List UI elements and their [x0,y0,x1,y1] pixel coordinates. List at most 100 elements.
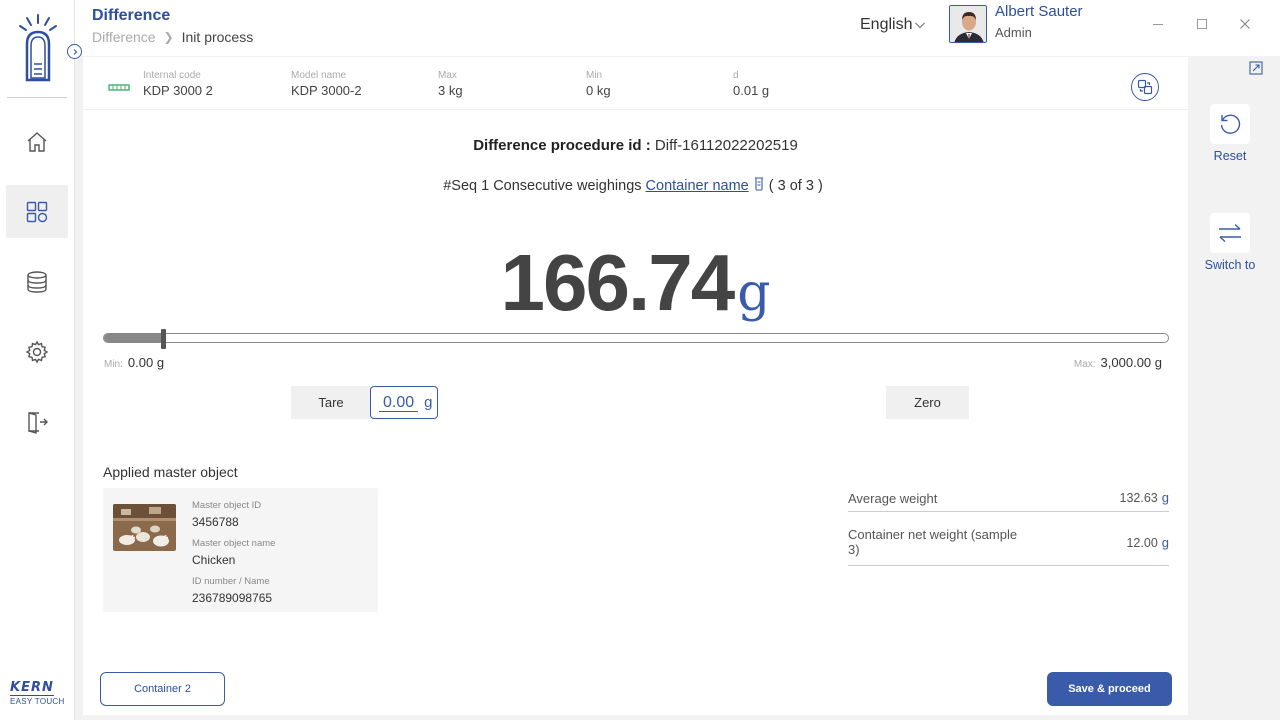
model-name-label: Model name [291,70,347,81]
expand-button[interactable] [1249,61,1263,80]
master-section-title: Applied master object [103,464,238,480]
gear-icon [25,340,49,363]
master-object-card: Master object ID 3456788 Master object n… [103,488,378,612]
sidebar-item-logout[interactable] [6,395,68,448]
container-name-link[interactable]: Container name [646,178,749,194]
sequence-text: #Seq 1 Consecutive weighings [443,178,642,194]
stat-average-unit: g [1161,490,1169,505]
internal-code-value: KDP 3000 2 [143,83,213,98]
switch-to-label: Switch to [1204,258,1256,272]
container-2-button[interactable]: Container 2 [100,672,225,706]
breadcrumb: Difference ❯ Init process [92,29,253,45]
min-label: Min [586,70,603,81]
dashboard-icon [26,201,48,222]
master-object-id-label: Master object ID [192,500,262,511]
reset-label: Reset [1213,149,1247,163]
stat-container-label: Container net weight (sample 3) [848,527,1018,557]
language-select[interactable]: English [860,16,926,34]
sidebar-item-home[interactable] [6,115,68,168]
weight-display: 166.74g [83,237,1188,329]
save-proceed-button[interactable]: Save & proceed [1047,672,1172,706]
range-min-value: 0.00 g [127,355,165,370]
stat-container-value: 12.00 g [1126,535,1169,550]
readability: d 0.01 g [733,70,769,98]
stat-average-number: 132.63 [1119,491,1158,505]
action-panel: Reset Switch to [1188,57,1280,720]
range-max-caption: Max: [1073,359,1096,370]
main-panel: Internal code KDP 3000 2 Model name KDP … [83,57,1188,715]
header: Difference Difference ❯ Init process Eng… [75,0,1280,56]
stat-average-label: Average weight [848,491,938,506]
stat-container-net-weight: Container net weight (sample 3) 12.00 g [848,512,1169,566]
max-label: Max [438,70,457,81]
model-name-value: KDP 3000-2 [291,83,362,98]
maximize-icon [1197,19,1207,29]
expand-icon [1249,61,1263,75]
sidebar-item-database[interactable] [6,255,68,308]
weight-progress-bar [103,329,1169,349]
master-object-number-value: 236789098765 [192,591,273,605]
weight-value: 166.74 [500,238,736,327]
close-button[interactable] [1235,14,1255,34]
page-title: Difference [92,7,171,24]
sidebar-toggle-button[interactable] [67,44,82,59]
range-min: Min: 0.00 g [104,355,164,370]
tare-input-unit: g [424,394,433,411]
procedure-id: Difference procedure id : Diff-161120222… [83,137,1188,154]
min-capacity: Min 0 kg [586,70,611,98]
max-capacity: Max 3 kg [438,70,463,98]
minimize-icon [1153,24,1163,25]
stat-average-value: 132.63 g [1120,490,1169,505]
sidebar: KERN EASY TOUCH [0,0,75,720]
stat-average-weight: Average weight 132.63 g [848,485,1169,512]
master-object-name: Master object name Chicken [192,538,275,567]
internal-code-label: Internal code [143,70,201,81]
sidebar-item-dashboard[interactable] [6,185,68,238]
min-value: 0 kg [586,83,611,98]
internal-code: Internal code KDP 3000 2 [143,70,213,98]
range-max-value: 3,000.00 g [1100,355,1162,370]
swap-balance-icon [1137,79,1153,95]
weight-unit: g [737,263,771,323]
model-name: Model name KDP 3000-2 [291,70,362,98]
language-label: English [860,16,913,33]
reset-button[interactable] [1210,104,1250,144]
max-value: 3 kg [438,83,463,98]
database-icon [27,270,47,293]
avatar[interactable] [949,5,987,43]
reset-action[interactable]: Reset [1210,104,1250,163]
tare-input-value: 0.00 [379,394,419,412]
kern-logo-word: KERN [10,680,54,696]
sequence-count: ( 3 of 3 ) [768,178,823,194]
chevron-down-icon [915,22,926,29]
master-object-number-label: ID number / Name [192,576,270,587]
tare-group: Tare 0.00 g [291,386,438,419]
close-icon [1240,19,1250,29]
app-logo-icon [14,12,62,84]
master-object-id: Master object ID 3456788 [192,500,261,529]
master-object-id-value: 3456788 [192,515,239,529]
zero-button[interactable]: Zero [886,386,969,419]
master-object-name-label: Master object name [192,538,276,549]
weight-progress-fill [104,334,163,342]
switch-balance-button[interactable] [1131,73,1159,101]
scale-info-bar: Internal code KDP 3000 2 Model name KDP … [83,57,1188,110]
switch-to-button[interactable] [1210,213,1250,253]
breadcrumb-item-difference[interactable]: Difference [92,29,156,45]
maximize-button[interactable] [1192,14,1212,34]
breadcrumb-item-current: Init process [181,29,254,45]
stats-panel: Average weight 132.63 g Container net wei… [848,485,1169,566]
logout-icon [28,411,48,434]
d-label: d [733,70,739,81]
tare-input[interactable]: 0.00 g [370,386,438,419]
tare-button[interactable]: Tare [291,386,371,419]
procedure-id-value: Diff-16112022202519 [654,137,798,154]
minimize-button[interactable] [1148,14,1168,34]
sidebar-item-settings[interactable] [6,325,68,378]
stat-container-unit: g [1161,535,1169,550]
switch-to-action[interactable]: Switch to [1205,213,1255,272]
chevron-right-icon [73,48,77,55]
user-name: Albert Sauter [995,3,1083,20]
range-min-caption: Min: [104,359,123,370]
kern-logo-sub: EASY TOUCH [10,697,65,706]
